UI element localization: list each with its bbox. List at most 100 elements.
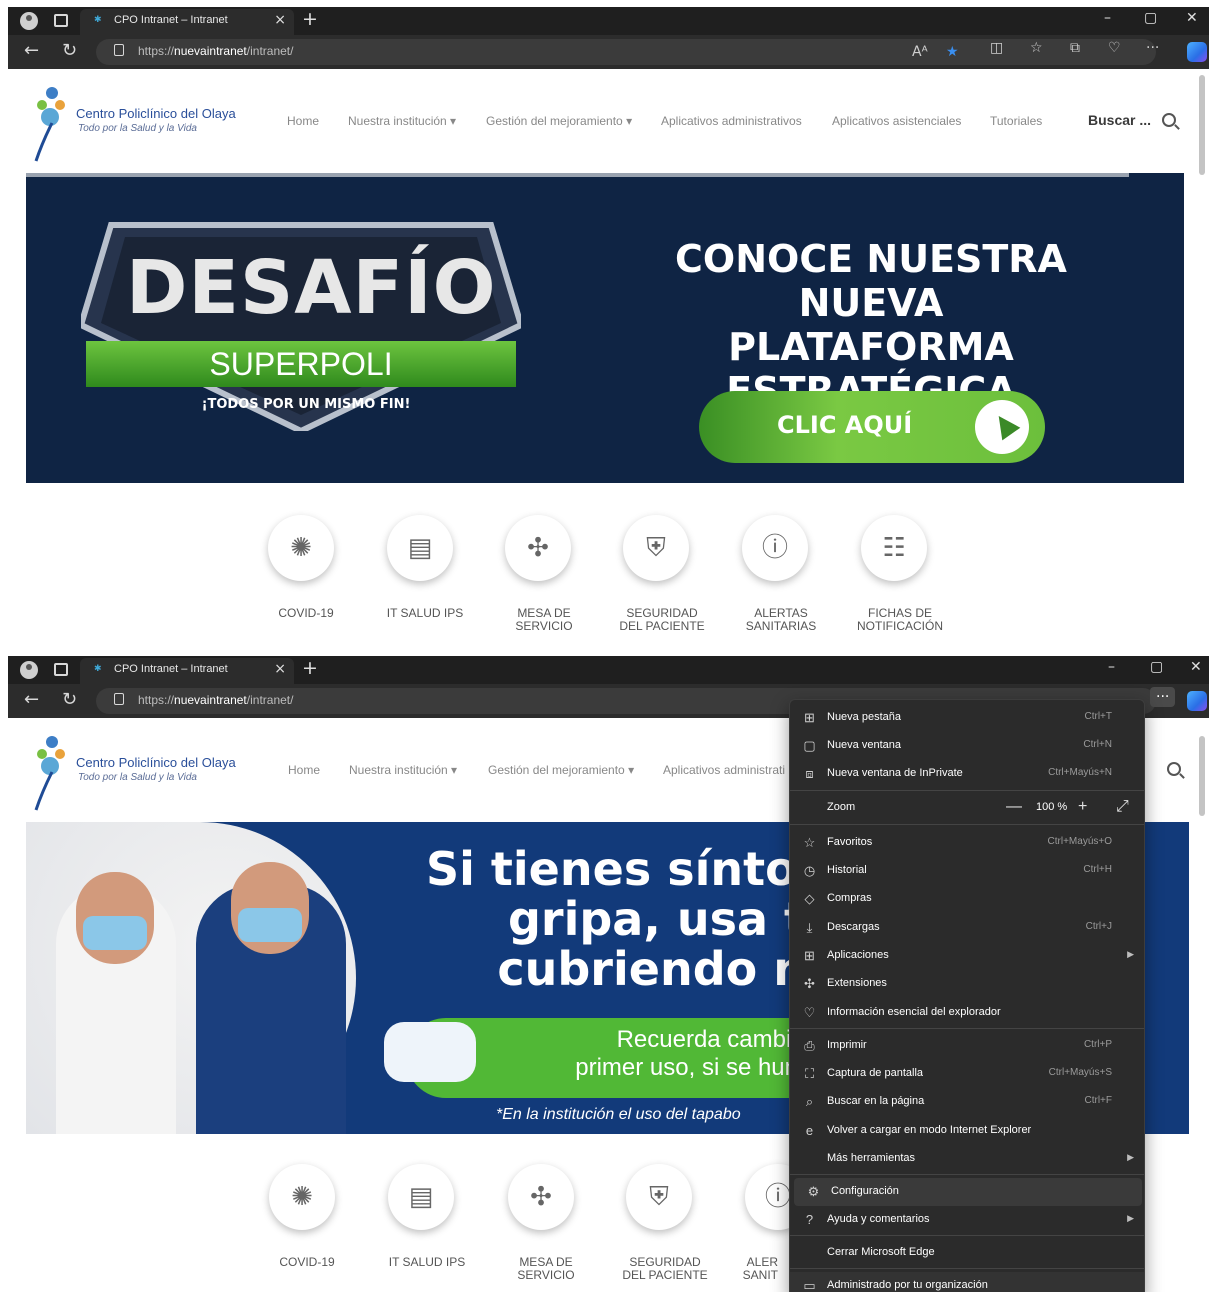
browser-essentials-icon[interactable]: ♡ xyxy=(1108,40,1121,56)
favorite-star-icon[interactable]: ★ xyxy=(946,44,959,60)
search-label[interactable]: Buscar ... xyxy=(1088,112,1151,128)
split-screen-icon[interactable]: ◫ xyxy=(990,40,1003,56)
quick-link-label[interactable]: COVID-19 xyxy=(242,1256,372,1269)
menu-item-extensions[interactable]: ✣ Extensiones xyxy=(790,970,1144,998)
quick-link-label[interactable]: SEGURIDAD DEL PACIENTE xyxy=(600,1256,730,1282)
menu-item-settings[interactable]: ⚙ Configuración xyxy=(794,1178,1142,1206)
close-window-button[interactable]: ✕ xyxy=(1186,10,1198,26)
quick-link-label[interactable]: MESA DE SERVICIO xyxy=(481,1256,611,1282)
menu-item-inprivate[interactable]: ⧈ Nueva ventana de InPrivate Ctrl+Mayús+… xyxy=(790,760,1144,788)
quick-link-label[interactable]: IT SALUD IPS xyxy=(360,607,490,620)
help-icon: ? xyxy=(805,1212,814,1227)
menu-item-new-window[interactable]: ▢ Nueva ventana Ctrl+N xyxy=(790,732,1144,760)
close-tab-icon[interactable]: × xyxy=(274,12,286,28)
tab-actions-icon[interactable] xyxy=(54,14,68,27)
puzzle-icon[interactable]: ✣ xyxy=(505,515,571,581)
quick-link-label[interactable]: COVID-19 xyxy=(241,607,371,620)
read-aloud-icon[interactable]: Aᴬ xyxy=(912,44,928,60)
face-mask xyxy=(83,916,147,950)
menu-item-history[interactable]: ◷ Historial Ctrl+H xyxy=(790,857,1144,885)
quick-link-label[interactable]: ALERTAS SANITARIAS xyxy=(716,607,846,633)
profile-avatar[interactable] xyxy=(20,12,38,30)
nav-gestion[interactable]: Gestión del mejoramiento ▾ xyxy=(486,114,632,128)
menu-item-ie-mode[interactable]: e Volver a cargar en modo Internet Explo… xyxy=(790,1117,1144,1145)
profile-avatar[interactable] xyxy=(20,661,38,679)
refresh-icon[interactable]: ↻ xyxy=(62,40,77,61)
refresh-icon[interactable]: ↻ xyxy=(62,689,77,710)
more-menu-button[interactable]: ··· xyxy=(1146,40,1159,56)
form-icon[interactable]: ☷ xyxy=(861,515,927,581)
shield-icon[interactable]: ⛨ xyxy=(623,515,689,581)
tab-actions-icon[interactable] xyxy=(54,663,68,676)
search-icon[interactable] xyxy=(1162,113,1176,127)
quick-link-label[interactable]: SEGURIDAD DEL PACIENTE xyxy=(597,607,727,633)
menu-item-close-edge[interactable]: Cerrar Microsoft Edge xyxy=(790,1239,1144,1267)
copilot-icon[interactable] xyxy=(1187,42,1207,62)
hero-banner-desafio[interactable]: DESAFÍO SUPERPOLI ¡TODOS POR UN MISMO FI… xyxy=(26,173,1184,483)
nav-institucion[interactable]: Nuestra institución ▾ xyxy=(349,763,457,777)
nav-asistenciales[interactable]: Aplicativos asistenciales xyxy=(832,114,961,128)
restore-button[interactable]: ▢ xyxy=(1150,659,1163,675)
page-scrollbar[interactable] xyxy=(1199,736,1205,816)
more-menu-button[interactable]: ··· xyxy=(1150,687,1176,707)
quick-link-label[interactable]: FICHAS DE NOTIFICACIÓN xyxy=(835,607,965,633)
page-scrollbar[interactable] xyxy=(1199,75,1205,175)
menu-item-new-tab[interactable]: ⊞ Nueva pestaña Ctrl+T xyxy=(790,704,1144,732)
lock-icon[interactable] xyxy=(114,44,124,56)
restore-button[interactable]: ▢ xyxy=(1144,10,1157,26)
menu-item-favorites[interactable]: ☆ Favoritos Ctrl+Mayús+O xyxy=(790,829,1144,857)
minimize-button[interactable]: – xyxy=(1104,10,1111,26)
logo-name[interactable]: Centro Policlínico del Olaya xyxy=(76,755,236,770)
virus-icon[interactable]: ✺ xyxy=(269,1164,335,1230)
menu-item-more-tools[interactable]: Más herramientas ▶ xyxy=(790,1145,1144,1173)
close-window-button[interactable]: ✕ xyxy=(1190,659,1202,675)
nav-administrativos[interactable]: Aplicativos administrativos xyxy=(661,114,802,128)
banner-heading-line1: CONOCE NUESTRA NUEVA xyxy=(675,237,1067,325)
menu-shortcut: Ctrl+Mayús+S xyxy=(1048,1067,1112,1078)
menu-item-screenshot[interactable]: ⛶ Captura de pantalla Ctrl+Mayús+S xyxy=(790,1060,1144,1088)
menu-item-apps[interactable]: ⊞ Aplicaciones ▶ xyxy=(790,942,1144,970)
nav-institucion[interactable]: Nuestra institución ▾ xyxy=(348,114,456,128)
favorites-icon[interactable]: ☆ xyxy=(1030,40,1043,56)
virus-icon[interactable]: ✺ xyxy=(268,515,334,581)
nav-gestion[interactable]: Gestión del mejoramiento ▾ xyxy=(488,763,634,777)
zoom-in-button[interactable]: + xyxy=(1078,798,1087,816)
nav-tutoriales[interactable]: Tutoriales xyxy=(990,114,1042,128)
menu-item-find[interactable]: ⌕ Buscar en la página Ctrl+F xyxy=(790,1088,1144,1116)
new-tab-button[interactable]: + xyxy=(302,8,318,30)
menu-item-managed[interactable]: ▭ Administrado por tu organización xyxy=(790,1272,1144,1292)
menu-item-help[interactable]: ? Ayuda y comentarios ▶ xyxy=(790,1206,1144,1234)
menu-item-print[interactable]: ⎙ Imprimir Ctrl+P xyxy=(790,1032,1144,1060)
url-text[interactable]: https://nuevaintranet/intranet/ xyxy=(138,44,293,58)
zoom-out-button[interactable]: — xyxy=(1006,798,1022,816)
minimize-button[interactable]: – xyxy=(1108,659,1115,675)
lock-icon[interactable] xyxy=(114,693,124,705)
nav-home[interactable]: Home xyxy=(287,114,319,128)
url-text[interactable]: https://nuevaintranet/intranet/ xyxy=(138,693,293,707)
quick-link-label[interactable]: IT SALUD IPS xyxy=(362,1256,492,1269)
browser-tab[interactable]: ✱ CPO Intranet – Intranet × xyxy=(80,658,294,684)
quick-link-label[interactable]: MESA DE SERVICIO xyxy=(479,607,609,633)
new-tab-button[interactable]: + xyxy=(302,657,318,679)
nav-administrativos[interactable]: Aplicativos administrati xyxy=(663,763,785,777)
nav-home[interactable]: Home xyxy=(288,763,320,777)
puzzle-icon[interactable]: ✣ xyxy=(508,1164,574,1230)
menu-item-shopping[interactable]: ◇ Compras xyxy=(790,885,1144,913)
logo-name[interactable]: Centro Policlínico del Olaya xyxy=(76,106,236,121)
menu-item-downloads[interactable]: ⤓ Descargas Ctrl+J xyxy=(790,914,1144,942)
shield-icon[interactable]: ⛨ xyxy=(626,1164,692,1230)
clic-aqui-button[interactable]: CLIC AQUÍ xyxy=(699,391,1045,463)
back-icon[interactable]: ← xyxy=(24,689,39,710)
copilot-icon[interactable] xyxy=(1187,691,1207,711)
fullscreen-icon[interactable]: ⤢ xyxy=(1116,798,1129,816)
back-icon[interactable]: ← xyxy=(24,40,39,61)
quick-link-label[interactable]: ALER SANIT xyxy=(718,1256,778,1282)
alert-icon[interactable]: ⓘ xyxy=(742,515,808,581)
close-tab-icon[interactable]: × xyxy=(274,661,286,677)
collections-icon[interactable]: ⧉ xyxy=(1070,40,1080,56)
browser-tab[interactable]: ✱ CPO Intranet – Intranet × xyxy=(80,9,294,35)
document-icon[interactable]: ▤ xyxy=(387,515,453,581)
menu-item-essentials[interactable]: ♡ Información esencial del explorador xyxy=(790,999,1144,1027)
document-icon[interactable]: ▤ xyxy=(388,1164,454,1230)
search-icon[interactable] xyxy=(1167,762,1181,776)
